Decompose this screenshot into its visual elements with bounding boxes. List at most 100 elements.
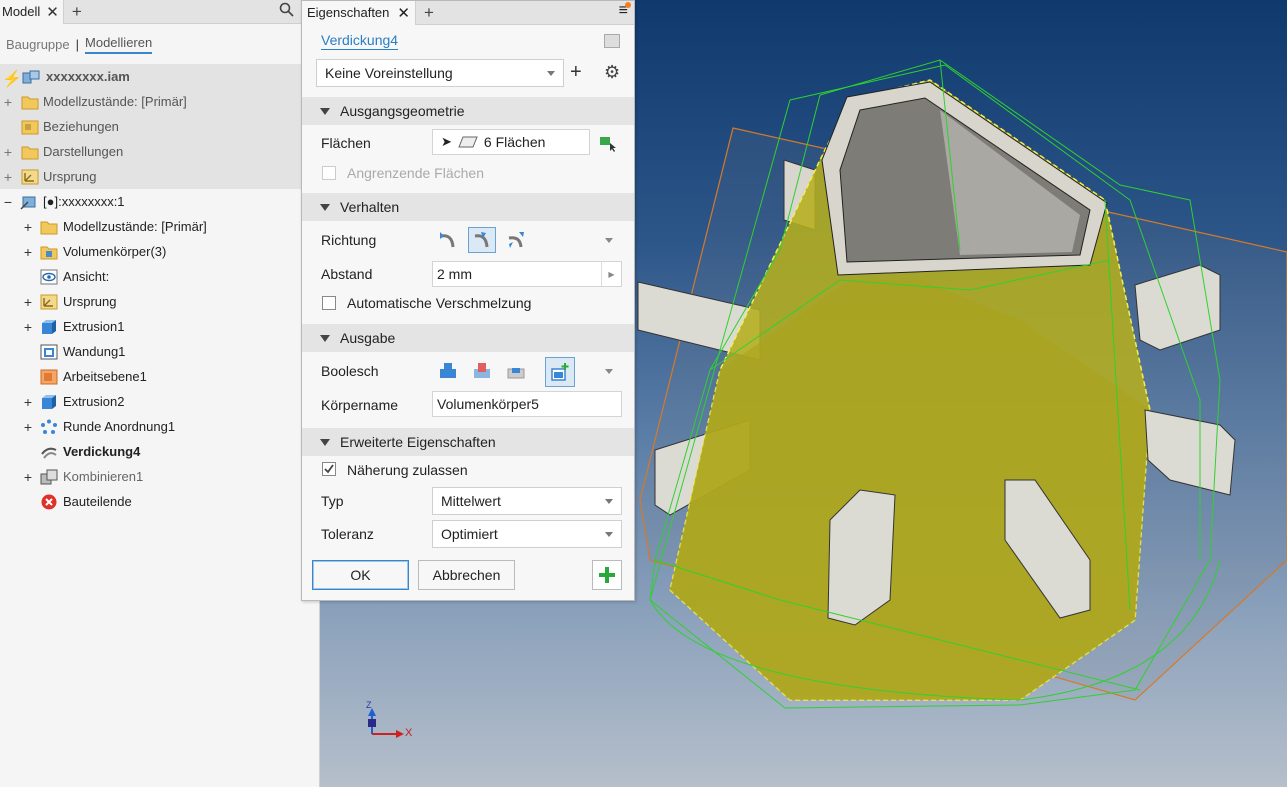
boolean-join-button[interactable] xyxy=(434,357,462,383)
section-ausgangsgeometrie[interactable]: Ausgangsgeometrie xyxy=(302,97,634,125)
tree-row-part-model-states[interactable]: + Modellzustände: [Primär] xyxy=(0,214,319,239)
subtab-baugruppe[interactable]: Baugruppe xyxy=(6,37,70,52)
search-icon[interactable] xyxy=(279,2,294,17)
section-erweiterte-eigenschaften[interactable]: Erweiterte Eigenschaften xyxy=(302,428,634,456)
tab-eigenschaften[interactable]: Eigenschaften ✕ xyxy=(302,0,416,25)
tree-row-workplane1[interactable]: Arbeitsebene1 xyxy=(0,364,319,389)
boolean-cut-button[interactable] xyxy=(468,357,496,383)
tree-row-part[interactable]: − [●]:xxxxxxxx:1 xyxy=(0,189,319,214)
boolean-new-solid-button[interactable] xyxy=(545,357,575,387)
new-solid-icon xyxy=(551,363,569,381)
tree-row-shell1[interactable]: Wandung1 xyxy=(0,339,319,364)
expand-icon[interactable]: + xyxy=(2,94,14,110)
tree-row-assembly[interactable]: ⚡ xxxxxxxx.iam xyxy=(0,64,319,89)
thicken-icon xyxy=(41,447,57,459)
approximation-checkbox[interactable] xyxy=(322,462,336,476)
direction-two-button[interactable] xyxy=(468,227,496,253)
axis-triad xyxy=(368,708,404,738)
ok-button[interactable]: OK xyxy=(312,560,409,590)
tree-row-extrusion1[interactable]: + Extrusion1 xyxy=(0,314,319,339)
expand-icon[interactable]: + xyxy=(22,319,34,335)
tree-row-origin[interactable]: + Ursprung xyxy=(0,164,319,189)
chevron-down-icon[interactable] xyxy=(605,369,613,374)
tab-modell[interactable]: Modell ✕ xyxy=(0,0,64,24)
feature-name[interactable]: Verdickung4 xyxy=(321,32,399,50)
preset-select[interactable]: Keine Voreinstellung xyxy=(316,59,564,87)
tree-row-part-origin[interactable]: + Ursprung xyxy=(0,289,319,314)
expand-icon[interactable]: + xyxy=(2,144,14,160)
copy-icon[interactable] xyxy=(604,34,620,48)
tolerance-value: Optimiert xyxy=(441,526,498,542)
gear-icon[interactable]: ⚙ xyxy=(604,62,620,83)
expand-icon[interactable]: + xyxy=(22,469,34,485)
tree-row-model-states[interactable]: + Modellzustände: [Primär] xyxy=(0,89,319,114)
subtab-modellieren[interactable]: Modellieren xyxy=(85,35,153,54)
expand-icon[interactable]: + xyxy=(22,419,34,435)
type-select[interactable]: Mittelwert xyxy=(432,487,622,515)
end-of-part-icon xyxy=(41,494,57,509)
tree-label: Beziehungen xyxy=(43,119,119,134)
collapse-icon[interactable]: − xyxy=(2,194,14,210)
add-preset-icon[interactable]: + xyxy=(570,61,582,84)
add-tab-icon[interactable]: + xyxy=(72,2,82,22)
body-name-input[interactable]: Volumenkörper5 xyxy=(432,391,622,417)
constraints-icon xyxy=(21,120,39,134)
tab-label: Eigenschaften xyxy=(307,5,390,20)
tree-label: Ansicht: xyxy=(63,269,110,284)
tree-row-representations[interactable]: + Darstellungen xyxy=(0,139,319,164)
auto-blend-label: Automatische Verschmelzung xyxy=(347,295,532,311)
model-browser: Modell ✕ + ≡ Baugruppe | Modellieren ⚡ x… xyxy=(0,0,320,787)
section-ausgabe[interactable]: Ausgabe xyxy=(302,324,634,352)
boolean-intersect-button[interactable] xyxy=(502,357,530,383)
intersect-icon xyxy=(507,368,525,379)
tree-row-combine1[interactable]: + Kombinieren1 xyxy=(0,464,319,489)
folder-icon xyxy=(21,146,39,159)
distance-input[interactable]: 2 mm ▶ xyxy=(432,261,622,287)
expand-icon[interactable]: + xyxy=(22,244,34,260)
expand-icon[interactable]: + xyxy=(22,294,34,310)
expand-icon[interactable]: + xyxy=(22,394,34,410)
tree-label: Darstellungen xyxy=(43,144,124,159)
tree-row-end-of-part[interactable]: Bauteilende xyxy=(0,489,319,514)
auto-blend-checkbox[interactable] xyxy=(322,296,336,310)
tree-label: xxxxxxxx.iam xyxy=(46,69,130,84)
tree-row-view[interactable]: Ansicht: xyxy=(0,264,319,289)
tree-row-solid-bodies[interactable]: + Volumenkörper(3) xyxy=(0,239,319,264)
chevron-right-icon[interactable]: ▶ xyxy=(601,262,621,286)
join-icon xyxy=(440,363,456,378)
faces-selector[interactable]: ➤ 6 Flächen xyxy=(432,129,590,155)
direction-symmetric-button[interactable] xyxy=(502,227,530,253)
workplane-icon xyxy=(40,369,58,384)
tolerance-select[interactable]: Optimiert xyxy=(432,520,622,548)
close-icon[interactable]: ✕ xyxy=(397,4,410,22)
tree-row-relationships[interactable]: Beziehungen xyxy=(0,114,319,139)
tree-row-thicken4[interactable]: Verdickung4 xyxy=(0,439,319,464)
tree-label: Modellzustände: [Primär] xyxy=(63,219,207,234)
expand-icon[interactable]: + xyxy=(2,169,14,185)
tree-row-circular-pattern1[interactable]: + Runde Anordnung1 xyxy=(0,414,319,439)
preset-value: Keine Voreinstellung xyxy=(325,65,453,81)
collapse-triangle-icon xyxy=(320,334,330,342)
chevron-down-icon xyxy=(605,532,613,537)
folder-icon xyxy=(21,96,39,109)
chevron-down-icon[interactable] xyxy=(605,238,613,243)
cancel-button[interactable]: Abbrechen xyxy=(418,560,515,590)
folder-icon xyxy=(40,246,58,259)
type-value: Mittelwert xyxy=(441,493,501,509)
add-tab-icon[interactable]: + xyxy=(424,3,434,23)
direction-one-button[interactable] xyxy=(434,227,462,253)
tree-label: Wandung1 xyxy=(63,344,126,359)
apply-and-new-button[interactable] xyxy=(592,560,622,590)
tree-row-extrusion2[interactable]: + Extrusion2 xyxy=(0,389,319,414)
expand-icon[interactable]: + xyxy=(22,219,34,235)
extrusion-icon xyxy=(42,319,56,334)
axis-label-z: Z xyxy=(366,700,372,710)
adjacent-faces-checkbox[interactable] xyxy=(322,166,336,180)
select-faces-icon[interactable] xyxy=(598,133,618,153)
section-title: Erweiterte Eigenschaften xyxy=(340,434,496,450)
tree-label: Extrusion1 xyxy=(63,319,125,334)
shell-icon xyxy=(40,344,58,359)
section-verhalten[interactable]: Verhalten xyxy=(302,193,634,221)
tree-label: Verdickung4 xyxy=(63,444,141,459)
close-icon[interactable]: ✕ xyxy=(46,3,59,21)
